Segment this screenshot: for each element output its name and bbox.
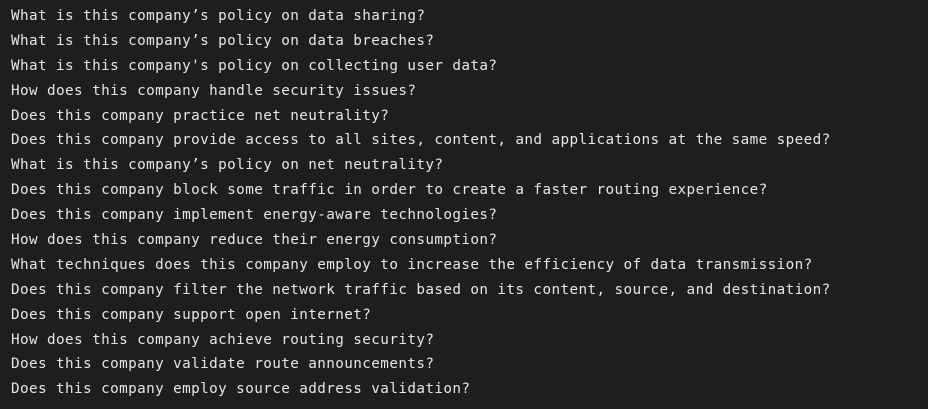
output-line: Does this company provide access to all … xyxy=(11,132,831,149)
terminal-output: What is this company’s policy on data sh… xyxy=(0,0,928,409)
output-line: Does this company filter the network tra… xyxy=(11,281,831,298)
output-line: Does this company practice net neutralit… xyxy=(11,107,390,124)
output-line: What is this company's policy on collect… xyxy=(11,57,498,74)
output-line: Does this company implement energy-aware… xyxy=(11,207,498,224)
output-line: Does this company employ source address … xyxy=(11,381,471,398)
output-line: What is this company’s policy on net neu… xyxy=(11,157,444,174)
output-line: What techniques does this company employ… xyxy=(11,256,813,273)
output-line: Does this company support open internet? xyxy=(11,306,372,323)
output-line: Does this company validate route announc… xyxy=(11,356,435,373)
output-line: Does this company block some traffic in … xyxy=(11,182,768,199)
output-line: How does this company handle security is… xyxy=(11,82,417,99)
output-line: What is this company’s policy on data sh… xyxy=(11,8,426,24)
output-line: How does this company achieve routing se… xyxy=(11,331,435,348)
output-line: What is this company’s policy on data br… xyxy=(11,32,435,49)
output-line: How does this company reduce their energ… xyxy=(11,232,498,249)
